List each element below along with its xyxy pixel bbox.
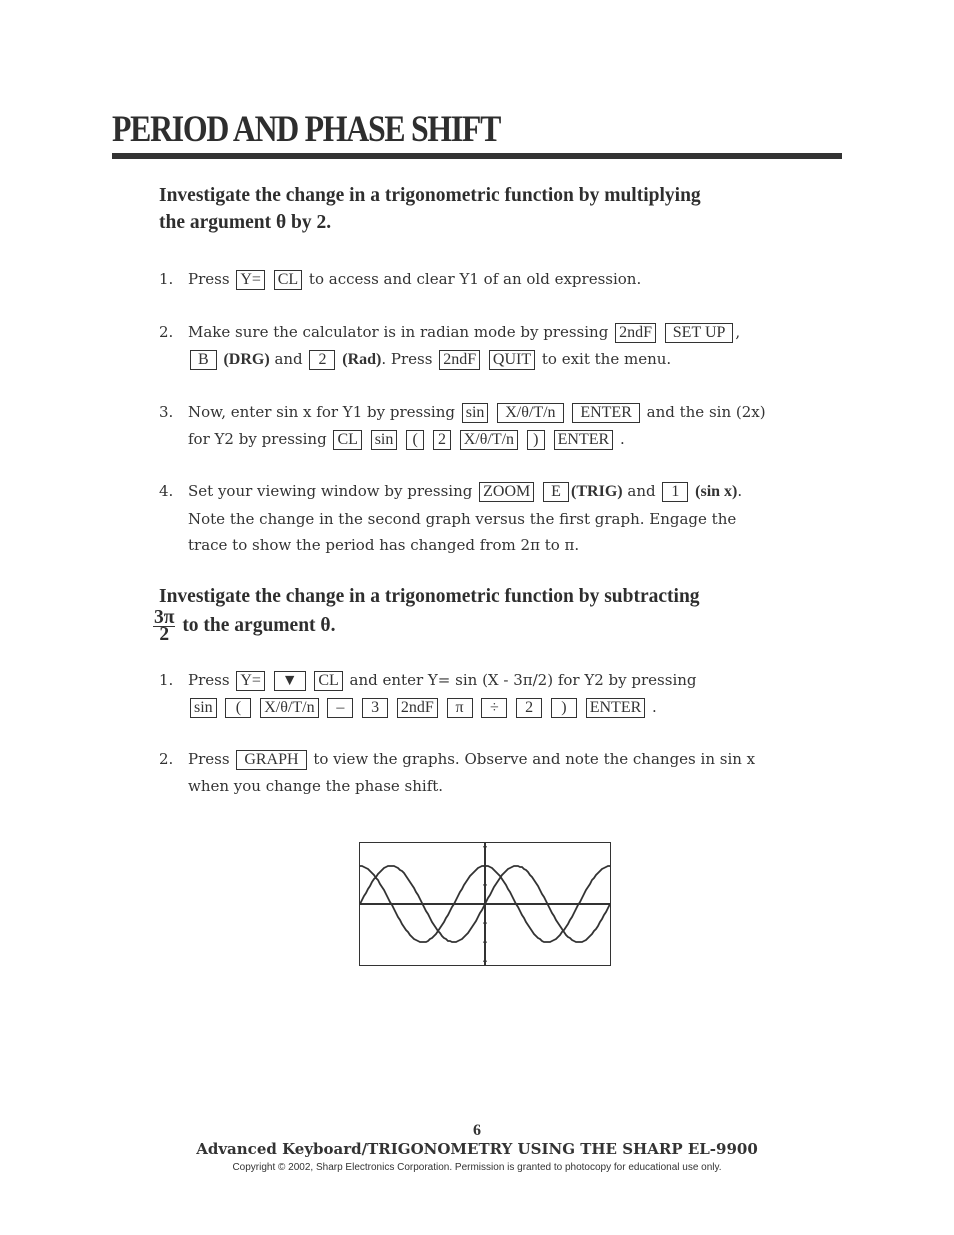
key-sin: sin	[461, 403, 489, 423]
fraction-denominator: 2	[159, 624, 170, 645]
step-text: to exit the menu.	[541, 349, 672, 368]
step-number: 4.	[159, 482, 174, 500]
section2-step2: 2. Press GRAPH to view the graphs. Obser…	[159, 746, 799, 799]
step-text: Set your viewing window by pressing	[188, 482, 473, 500]
section1-step2: 2. Make sure the calculator is in radian…	[159, 319, 799, 373]
drg-label: (DRG)	[223, 350, 270, 368]
section1-heading-line1: Investigate the change in a trigonometri…	[159, 185, 701, 206]
key-y-equals: Y=	[236, 671, 265, 691]
section2-heading-line2: to the argument θ.	[182, 614, 336, 636]
step-text: Press	[188, 270, 230, 288]
key-y-equals: Y=	[236, 270, 265, 290]
step-text: to access and clear Y1 of an old express…	[308, 270, 642, 288]
key-open-paren: (	[225, 697, 252, 718]
step-text: and enter Y= sin (X - 3π/2) for Y2 by pr…	[349, 671, 697, 689]
step-text: Note the change in the second graph vers…	[188, 509, 737, 528]
key-2: 2	[432, 429, 451, 450]
section1-step3: 3. Now, enter sin x for Y1 by pressing s…	[159, 399, 799, 452]
section1-heading-line2: the argument θ by 2.	[159, 212, 332, 233]
fraction-3pi-over-2: 3π 2	[153, 608, 176, 645]
rad-label: (Rad)	[342, 350, 382, 368]
book-title: Advanced Keyboard/TRIGONOMETRY USING THE…	[196, 1140, 758, 1158]
trig-label: (TRIG)	[571, 483, 623, 500]
key-sin: sin	[370, 429, 398, 450]
key-divide: ÷	[481, 697, 508, 718]
key-close-paren: )	[550, 697, 577, 718]
step-number: 1.	[159, 671, 174, 689]
page-number: 6	[473, 1122, 481, 1139]
step-text: and	[274, 349, 303, 368]
step-text: Press	[188, 750, 230, 768]
step-text: and the sin (2x)	[646, 403, 766, 421]
step-number: 1.	[159, 270, 174, 288]
sin-x-label: (sin x)	[695, 483, 738, 500]
step-text: for Y2 by pressing	[188, 429, 327, 448]
key-2ndf: 2ndF	[615, 323, 656, 343]
step-text: and	[627, 482, 656, 500]
step-text: Make sure the calculator is in radian mo…	[188, 323, 609, 341]
key-enter: ENTER	[585, 697, 646, 718]
title-rule	[112, 153, 842, 159]
section2-heading-line1: Investigate the change in a trigonometri…	[159, 586, 700, 607]
key-cl: CL	[333, 429, 362, 450]
step-number: 3.	[159, 403, 174, 421]
key-x-theta-t-n: X/θ/T/n	[497, 403, 564, 423]
key-enter: ENTER	[572, 403, 640, 423]
key-2ndf: 2ndF	[396, 697, 438, 718]
step-number: 2.	[159, 750, 174, 768]
section1-step1: 1. Press Y= CL to access and clear Y1 of…	[159, 266, 799, 293]
key-close-paren: )	[526, 429, 545, 450]
key-2: 2	[516, 697, 543, 718]
step-text: .	[619, 429, 625, 448]
section1-step4: 4. Set your viewing window by pressing Z…	[159, 478, 799, 559]
key-2ndf: 2ndF	[439, 349, 481, 370]
key-graph: GRAPH	[236, 750, 307, 770]
step-text: trace to show the period has changed fro…	[188, 536, 580, 554]
section1-heading: Investigate the change in a trigonometri…	[159, 182, 701, 236]
step-number: 2.	[159, 323, 174, 341]
key-x-theta-t-n: X/θ/T/n	[260, 697, 319, 718]
step-text: . Press	[381, 349, 433, 368]
key-3: 3	[362, 697, 389, 718]
step-text: .	[652, 697, 657, 716]
page-title: PERIOD AND PHASE SHIFT	[112, 109, 501, 150]
key-2: 2	[309, 349, 336, 370]
step-text: ,	[735, 323, 741, 341]
key-b: B	[190, 349, 217, 370]
key-e: E	[543, 482, 570, 502]
key-down-arrow: ▼	[273, 671, 306, 691]
key-open-paren: (	[406, 429, 425, 450]
graph-canvas	[360, 843, 610, 965]
key-zoom: ZOOM	[479, 482, 535, 502]
step-text: when you change the phase shift.	[188, 776, 444, 795]
section2-heading: Investigate the change in a trigonometri…	[153, 583, 700, 644]
key-1: 1	[662, 482, 689, 502]
key-x-theta-t-n: X/θ/T/n	[459, 429, 519, 450]
calculator-graph-screen	[359, 842, 611, 966]
key-setup: SET UP	[664, 323, 734, 343]
section2-step1: 1. Press Y= ▼ CL and enter Y= sin (X - 3…	[159, 667, 799, 720]
key-pi: π	[446, 697, 473, 718]
step-text: Now, enter sin x for Y1 by pressing	[188, 403, 455, 421]
key-minus: –	[327, 697, 354, 718]
key-sin: sin	[190, 697, 217, 718]
step-text: Press	[188, 671, 230, 689]
step-text: .	[737, 482, 743, 500]
copyright-notice: Copyright © 2002, Sharp Electronics Corp…	[232, 1162, 722, 1173]
key-quit: QUIT	[488, 349, 536, 370]
key-cl: CL	[314, 671, 343, 691]
step-text: to view the graphs. Observe and note the…	[313, 750, 756, 768]
key-enter: ENTER	[553, 429, 614, 450]
key-cl: CL	[273, 270, 303, 290]
